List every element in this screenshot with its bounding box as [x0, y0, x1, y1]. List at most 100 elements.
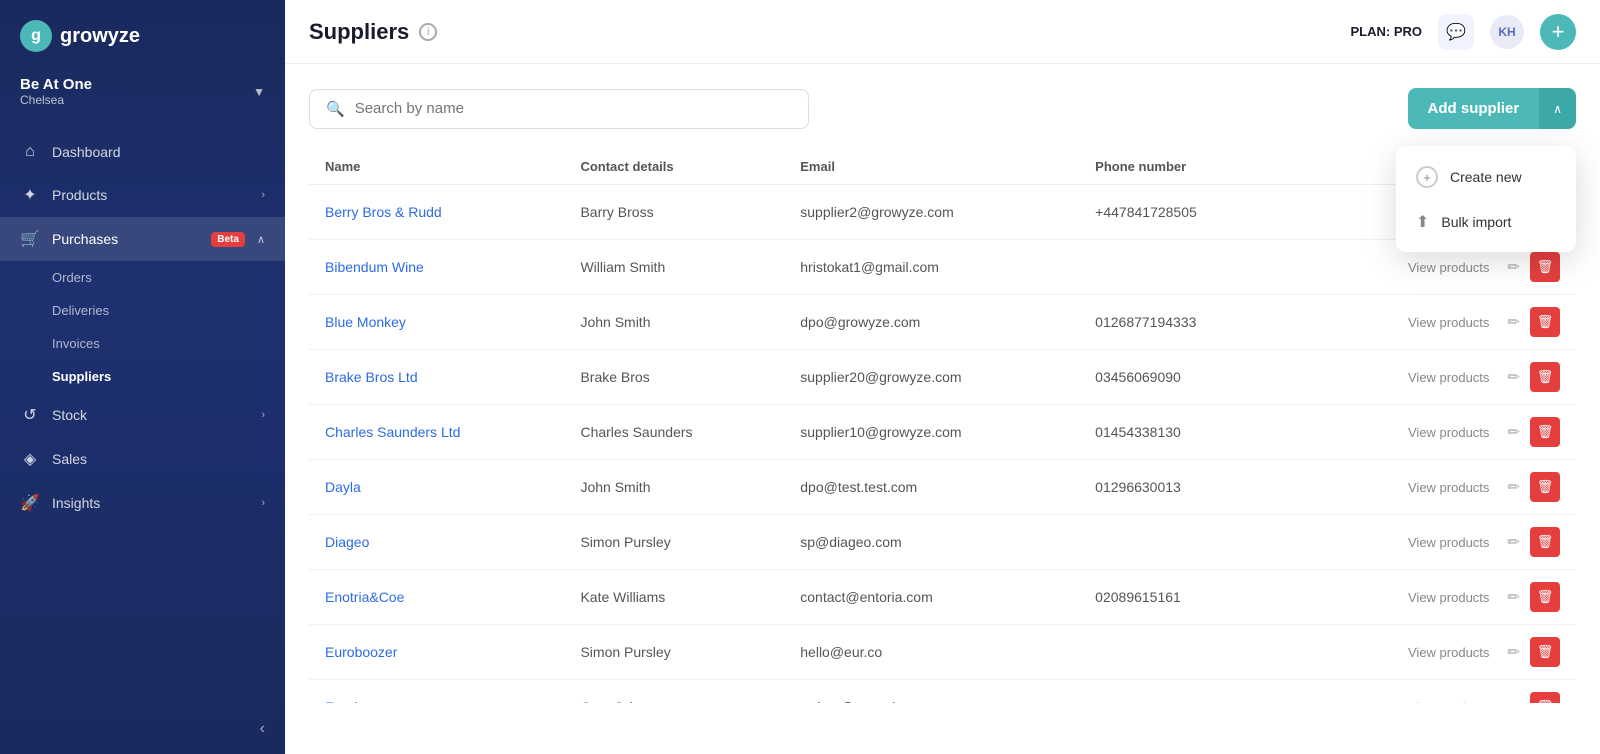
avatar: KH	[1490, 15, 1524, 49]
contact-cell: Kate Williams	[564, 570, 784, 625]
sidebar-item-dashboard[interactable]: ⌂ Dashboard	[0, 131, 285, 173]
supplier-name-cell: Blue Monkey	[309, 295, 564, 350]
insights-chevron-icon: ›	[261, 497, 265, 509]
logo-text: growyze	[60, 25, 140, 48]
chat-button[interactable]: 💬	[1438, 14, 1474, 50]
supplier-name-cell: Bibendum Wine	[309, 240, 564, 295]
contact-cell: Charles Saunders	[564, 405, 784, 460]
col-header-email: Email	[784, 149, 1079, 185]
view-products-button[interactable]: View products	[1400, 641, 1497, 664]
purchases-icon: 🛒	[20, 229, 40, 249]
search-input[interactable]	[355, 100, 792, 117]
col-header-phone: Phone number	[1079, 149, 1283, 185]
edit-button[interactable]: ✏	[1501, 309, 1526, 335]
delete-button[interactable]: 🗑	[1530, 692, 1560, 703]
workspace-sub: Chelsea	[20, 93, 92, 107]
phone-cell: 03456069090	[1079, 350, 1283, 405]
edit-button[interactable]: ✏	[1501, 474, 1526, 500]
actions-cell: View products ✏ 🗑	[1283, 460, 1576, 515]
supplier-name-cell: Diageo	[309, 515, 564, 570]
view-products-button[interactable]: View products	[1400, 366, 1497, 389]
delete-button[interactable]: 🗑	[1530, 307, 1560, 337]
sidebar-item-stock[interactable]: ↺ Stock ›	[0, 393, 285, 437]
stock-icon: ↺	[20, 405, 40, 425]
edit-button[interactable]: ✏	[1501, 584, 1526, 610]
view-products-button[interactable]: View products	[1400, 531, 1497, 554]
table-row: Berry Bros & Rudd Barry Bross supplier2@…	[309, 185, 1576, 240]
delete-button[interactable]: 🗑	[1530, 637, 1560, 667]
search-box[interactable]: 🔍	[309, 89, 809, 129]
view-products-button[interactable]: View products	[1400, 696, 1497, 704]
delete-button[interactable]: 🗑	[1530, 527, 1560, 557]
sidebar-item-products[interactable]: ✦ Products ›	[0, 173, 285, 217]
sidebar-item-invoices[interactable]: Invoices	[0, 327, 285, 360]
supplier-name-cell: Charles Saunders Ltd	[309, 405, 564, 460]
edit-button[interactable]: ✏	[1501, 529, 1526, 555]
phone-cell	[1079, 625, 1283, 680]
create-new-item[interactable]: + Create new	[1396, 154, 1576, 200]
edit-button[interactable]: ✏	[1501, 639, 1526, 665]
phone-cell	[1079, 680, 1283, 704]
insights-icon: 🚀	[20, 493, 40, 513]
logo-icon: g	[20, 20, 52, 52]
sidebar-item-sales[interactable]: ◈ Sales	[0, 437, 285, 481]
sidebar: g growyze Be At One Chelsea ▼ ⌂ Dashboar…	[0, 0, 285, 754]
workspace-selector[interactable]: Be At One Chelsea ▼	[0, 68, 285, 123]
actions-cell: View products ✏ 🗑	[1283, 570, 1576, 625]
view-products-button[interactable]: View products	[1400, 256, 1497, 279]
table-row: Brake Bros Ltd Brake Bros supplier20@gro…	[309, 350, 1576, 405]
view-products-button[interactable]: View products	[1400, 421, 1497, 444]
sidebar-item-orders[interactable]: Orders	[0, 261, 285, 294]
info-icon[interactable]: i	[419, 23, 437, 41]
edit-button[interactable]: ✏	[1501, 694, 1526, 703]
sidebar-item-insights[interactable]: 🚀 Insights ›	[0, 481, 285, 525]
actions-cell: View products ✏ 🗑	[1283, 295, 1576, 350]
email-cell: contact@entoria.com	[784, 570, 1079, 625]
email-cell: sp@diageo.com	[784, 515, 1079, 570]
edit-button[interactable]: ✏	[1501, 254, 1526, 280]
supplier-name-cell: Dayla	[309, 460, 564, 515]
supplier-name-cell: Brake Bros Ltd	[309, 350, 564, 405]
supplier-name-cell: Euroboozer	[309, 625, 564, 680]
contact-cell: Gary Johnson	[564, 680, 784, 704]
top-bar-right: PLAN: PRO 💬 KH +	[1350, 14, 1576, 50]
supplier-name-cell: Enotria&Coe	[309, 570, 564, 625]
supplier-name-cell: Berry Bros & Rudd	[309, 185, 564, 240]
global-add-button[interactable]: +	[1540, 14, 1576, 50]
delete-button[interactable]: 🗑	[1530, 417, 1560, 447]
sidebar-item-purchases[interactable]: 🛒 Purchases Beta ∧	[0, 217, 285, 261]
add-supplier-button[interactable]: Add supplier	[1408, 88, 1540, 129]
delete-button[interactable]: 🗑	[1530, 582, 1560, 612]
table-row: Bibendum Wine William Smith hristokat1@g…	[309, 240, 1576, 295]
contact-cell: Barry Bross	[564, 185, 784, 240]
col-header-contact: Contact details	[564, 149, 784, 185]
email-cell: supplier20@growyze.com	[784, 350, 1079, 405]
phone-cell: 01454338130	[1079, 405, 1283, 460]
products-chevron-icon: ›	[261, 189, 265, 201]
top-bar: Suppliers i PLAN: PRO 💬 KH +	[285, 0, 1600, 64]
edit-button[interactable]: ✏	[1501, 364, 1526, 390]
table-row: Diageo Simon Pursley sp@diageo.com View …	[309, 515, 1576, 570]
sidebar-item-deliveries[interactable]: Deliveries	[0, 294, 285, 327]
contact-cell: John Smith	[564, 295, 784, 350]
sales-icon: ◈	[20, 449, 40, 469]
phone-cell: +447841728505	[1079, 185, 1283, 240]
delete-button[interactable]: 🗑	[1530, 472, 1560, 502]
contact-cell: William Smith	[564, 240, 784, 295]
bulk-import-item[interactable]: ⬆ Bulk import	[1396, 200, 1576, 244]
sidebar-collapse-button[interactable]: ‹	[0, 704, 285, 754]
edit-button[interactable]: ✏	[1501, 419, 1526, 445]
sidebar-item-suppliers[interactable]: Suppliers	[0, 360, 285, 393]
phone-cell: 01296630013	[1079, 460, 1283, 515]
view-products-button[interactable]: View products	[1400, 586, 1497, 609]
phone-cell: 02089615161	[1079, 570, 1283, 625]
view-products-button[interactable]: View products	[1400, 476, 1497, 499]
add-supplier-chevron-button[interactable]: ∧	[1539, 88, 1576, 129]
delete-button[interactable]: 🗑	[1530, 362, 1560, 392]
workspace-info: Be At One Chelsea	[20, 76, 92, 107]
add-supplier-container: Add supplier ∧ + Create new ⬆ Bulk impor…	[1408, 88, 1576, 129]
delete-button[interactable]: 🗑	[1530, 252, 1560, 282]
email-cell: dpo@growyze.com	[784, 295, 1079, 350]
table-row: Charles Saunders Ltd Charles Saunders su…	[309, 405, 1576, 460]
view-products-button[interactable]: View products	[1400, 311, 1497, 334]
